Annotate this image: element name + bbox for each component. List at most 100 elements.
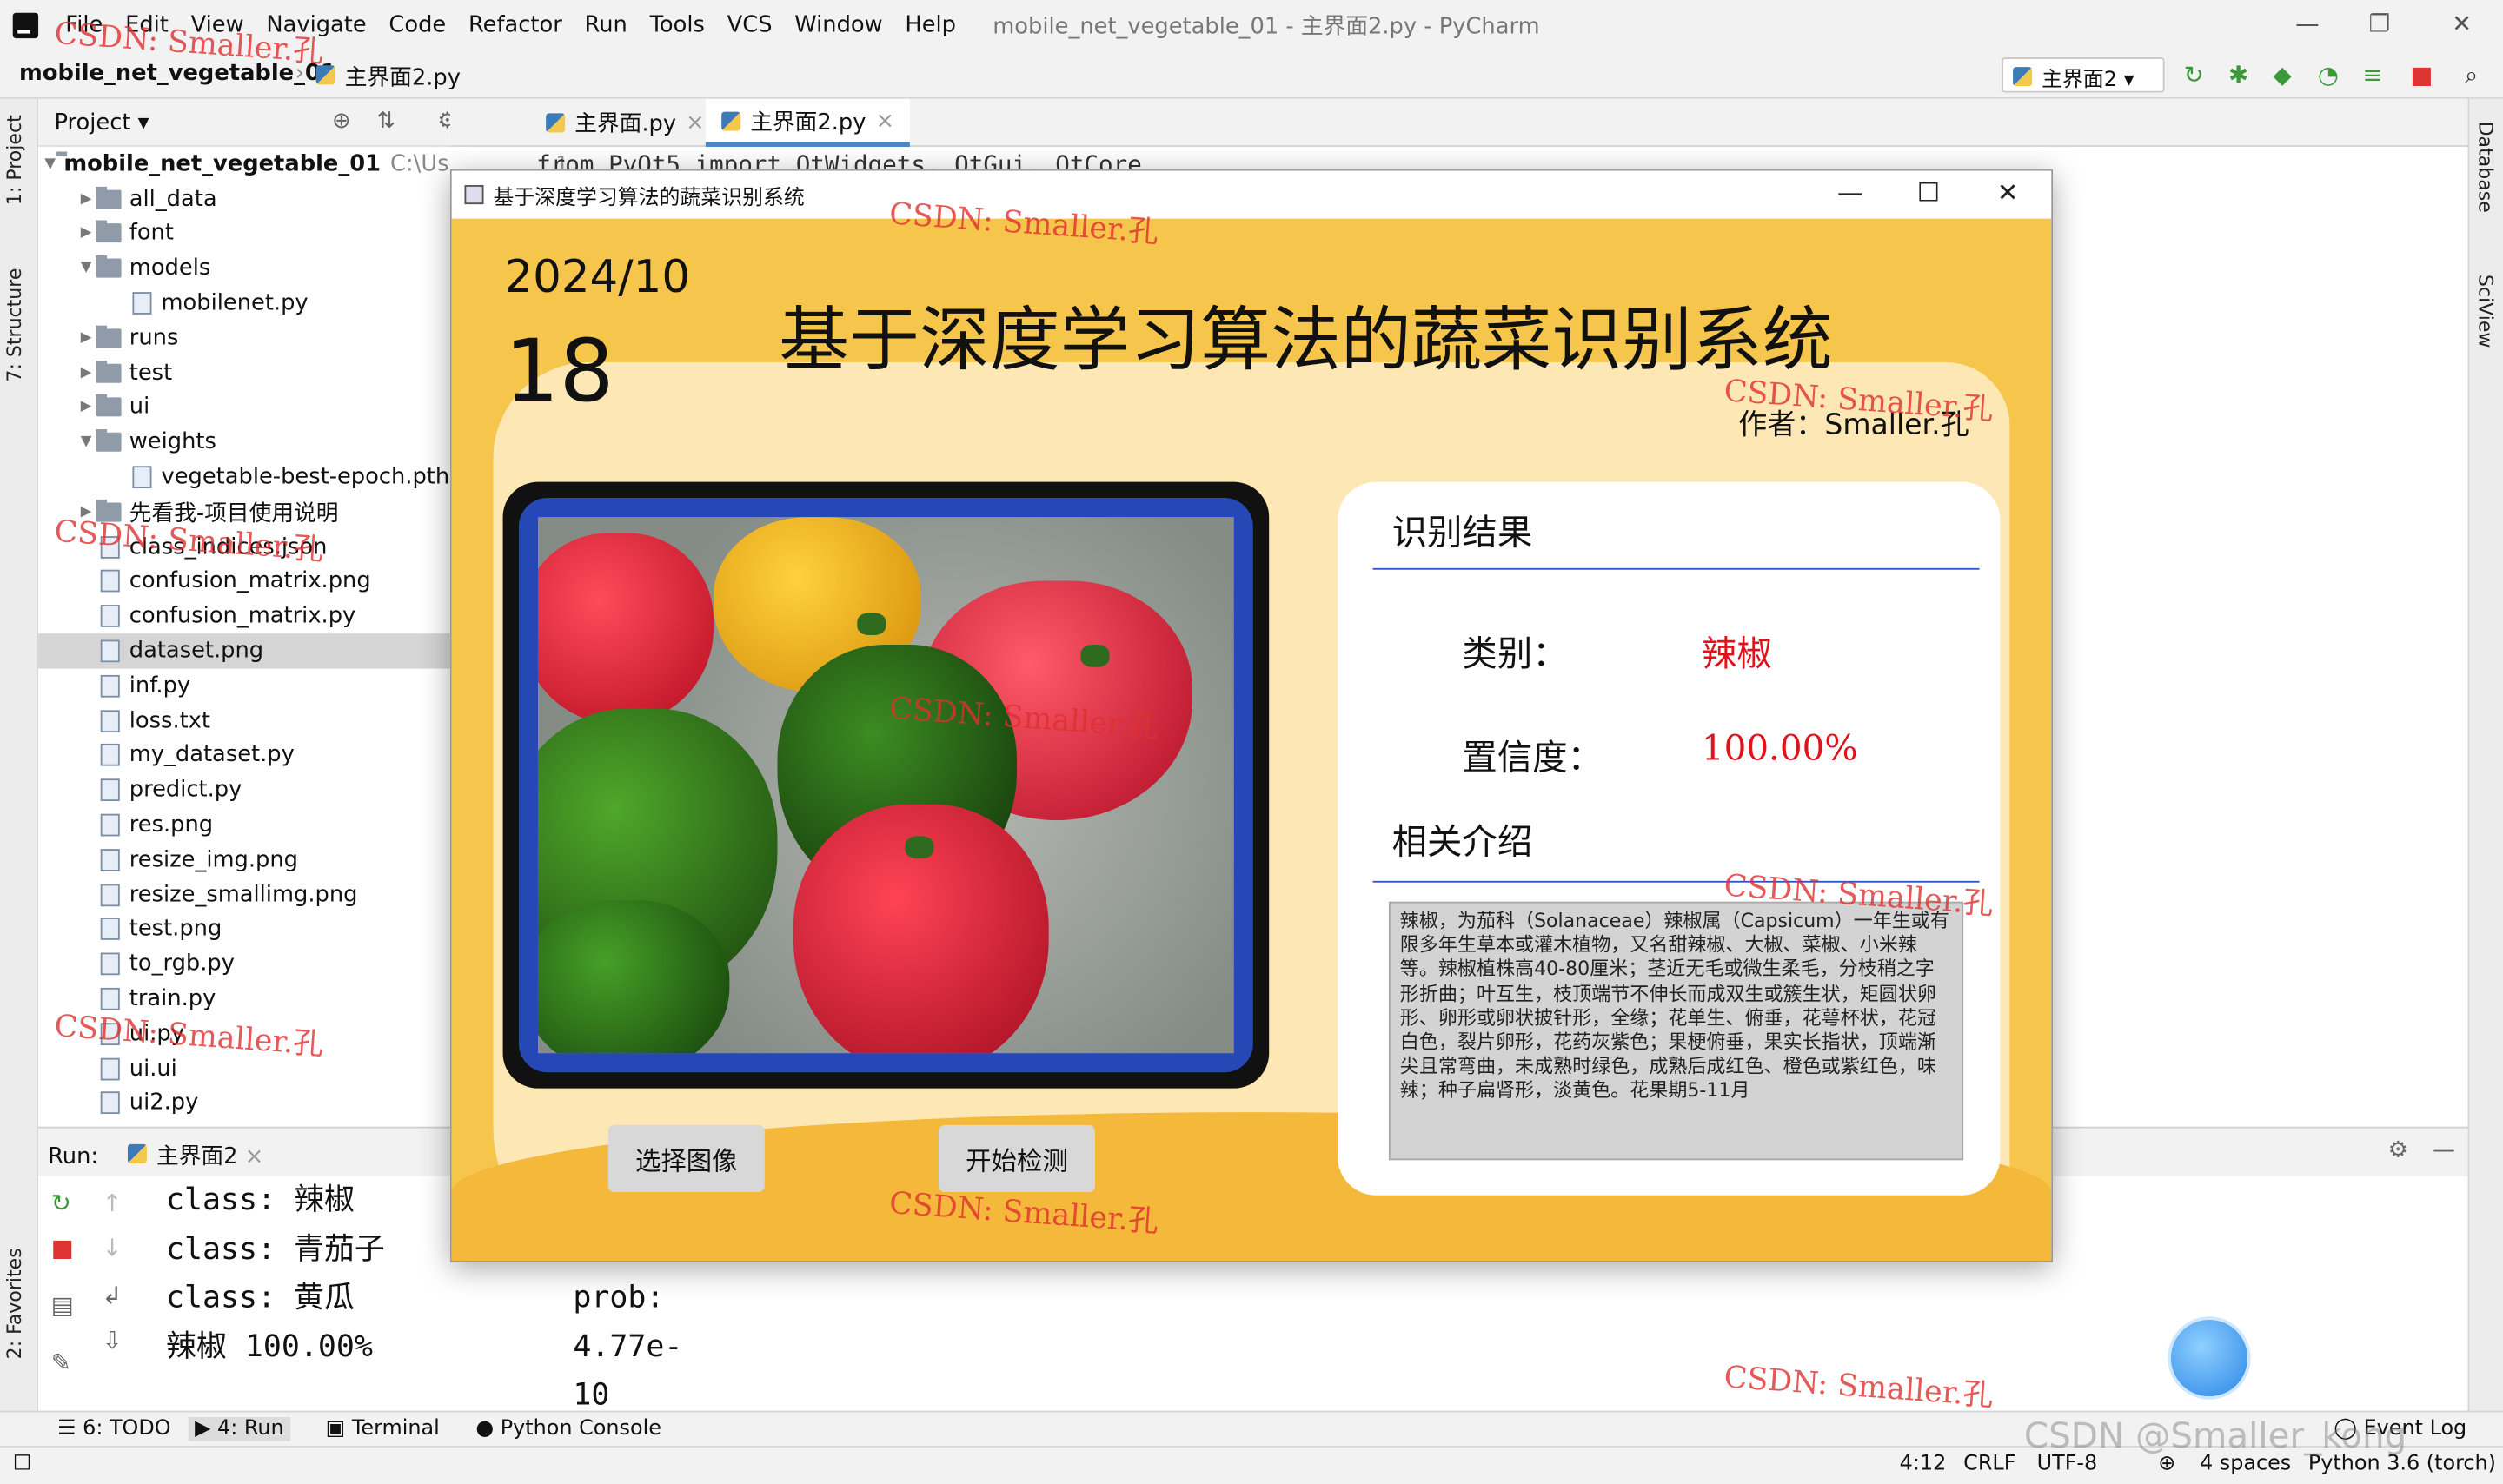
tree-item[interactable]: ui.ui [38,1051,450,1086]
close-icon[interactable]: ✕ [2452,10,2472,38]
tree-item[interactable]: mobilenet.py [38,286,450,321]
tree-item[interactable]: test.png [38,912,450,947]
menu-refactor[interactable]: Refactor [457,13,574,38]
tab-main-ui-2[interactable]: 主界面2.py × [705,98,911,147]
minimize-icon[interactable]: — [2295,10,2320,38]
tree-item[interactable]: res.png [38,808,450,843]
floating-assistant-icon[interactable] [2168,1316,2251,1400]
chevron-right-icon[interactable]: ▶ [76,191,96,207]
tab-structure[interactable]: 7: Structure [3,268,26,382]
tab-terminal[interactable]: ▣ Terminal [326,1417,440,1441]
tree-root[interactable]: ▼ mobile_net_vegetable_01 C:\Users\kong [38,147,450,182]
tab-sciview[interactable]: SciView [2474,275,2497,348]
tree-item[interactable]: predict.py [38,773,450,808]
tab-run[interactable]: ▶ 4: Run [188,1416,291,1441]
menu-vcs[interactable]: VCS [716,13,784,38]
tree-item[interactable]: confusion_matrix.png [38,564,450,599]
layout-icon[interactable]: ☐ [13,1452,31,1476]
chevron-down-icon[interactable]: ▼ [44,156,56,172]
tree-item[interactable]: ▶ 先看我-项目使用说明 [38,494,450,529]
up-arrow-icon[interactable]: ↑ [103,1189,123,1217]
chevron-right-icon[interactable]: ▶ [76,504,96,520]
gear-icon[interactable]: ⚙ [437,109,450,134]
tree-item[interactable]: ▼ models [38,251,450,286]
tab-python-console[interactable]: ● Python Console [475,1417,661,1441]
gear-icon[interactable]: ⚙ [2388,1138,2408,1163]
menu-file[interactable]: File [54,13,114,38]
intro-text[interactable]: 辣椒，为茄科（Solanaceae）辣椒属（Capsicum）一年生或有限多年生… [1388,901,1964,1161]
tree-item[interactable]: ▶ test [38,355,450,390]
tree-item[interactable]: inf.py [38,668,450,703]
menu-view[interactable]: View [180,13,256,38]
menu-tools[interactable]: Tools [639,13,716,38]
tree-item[interactable]: resize_img.png [38,843,450,878]
menu-edit[interactable]: Edit [114,13,180,38]
tree-item[interactable]: resize_smallimg.png [38,878,450,912]
tree-item[interactable]: ui2.py [38,1086,450,1121]
stop-icon[interactable]: ■ [51,1234,74,1262]
chevron-right-icon[interactable]: ▶ [76,365,96,381]
close-icon[interactable]: × [875,108,894,133]
debug-icon[interactable]: ✱ [2228,61,2248,89]
tree-item[interactable]: ▶ all_data [38,182,450,216]
menu-code[interactable]: Code [378,13,458,38]
tree-item[interactable]: ui.py [38,1017,450,1051]
collapse-icon[interactable]: ⇅ [376,109,395,134]
chevron-right-icon[interactable]: ▶ [76,330,96,346]
tree-item[interactable]: my_dataset.py [38,739,450,773]
coverage-icon[interactable]: ◆ [2273,61,2291,89]
chevron-down-icon[interactable]: ▼ [76,261,96,276]
close-icon[interactable]: × [686,110,705,136]
rerun-icon[interactable]: ↻ [51,1189,71,1217]
hide-icon[interactable]: — [2433,1138,2455,1163]
menu-help[interactable]: Help [894,13,967,38]
run-config-select[interactable]: 主界面2 ▾ [2002,57,2165,93]
maximize-icon[interactable]: ☐ [1917,177,1940,208]
tree-item[interactable]: vegetable-best-epoch.pth [38,460,450,494]
chevron-right-icon[interactable]: ▶ [76,226,96,242]
tab-main-ui[interactable]: 主界面.py × [530,99,720,147]
tree-item[interactable]: ▶ ui [38,390,450,425]
breadcrumb-file[interactable]: 主界面2.py [315,61,461,93]
restore-icon[interactable]: ❐ [2369,10,2391,38]
menu-window[interactable]: Window [783,13,893,38]
menu-navigate[interactable]: Navigate [255,13,377,38]
chevron-down-icon[interactable]: ▼ [76,434,96,450]
minimize-icon[interactable]: — [1837,177,1862,208]
close-icon[interactable]: × [245,1144,264,1169]
select-image-button[interactable]: 选择图像 [607,1124,765,1193]
layout-icon[interactable]: ▤ [51,1291,74,1320]
tree-item[interactable]: train.py [38,982,450,1017]
tree-item[interactable]: dataset.png [38,633,450,669]
tree-item[interactable]: loss.txt [38,704,450,739]
menu-run[interactable]: Run [574,13,639,38]
tree-item[interactable]: ▶ font [38,216,450,251]
status-position[interactable]: 4:12 [1900,1452,1947,1476]
down-arrow-icon[interactable]: ↓ [103,1234,123,1262]
locate-icon[interactable]: ⊕ [332,109,351,134]
start-detect-button[interactable]: 开始检测 [938,1124,1095,1193]
tree-item[interactable]: to_rgb.py [38,947,450,982]
tree-item[interactable]: confusion_matrix.py [38,599,450,633]
search-icon[interactable]: ⌕ [2465,61,2478,89]
breadcrumb-project[interactable]: mobile_net_vegetable_01 [19,61,336,86]
tab-project[interactable]: 1: Project [3,115,26,205]
run-tab[interactable]: 主界面2 × [127,1143,264,1169]
profile-icon[interactable]: ◔ [2318,61,2339,89]
tab-database[interactable]: Database [2474,122,2497,213]
tab-todo[interactable]: ☰ 6: TODO [57,1417,170,1441]
tab-favorites[interactable]: 2: Favorites [3,1248,26,1359]
build-icon[interactable]: ≡ [2362,61,2382,89]
close-icon[interactable]: ✕ [1997,177,2019,208]
tree-item[interactable]: ▼ weights [38,425,450,460]
scroll-end-icon[interactable]: ⇩ [103,1326,123,1355]
soft-wrap-icon[interactable]: ↲ [103,1282,123,1310]
stop-icon[interactable]: ■ [2410,61,2433,89]
tree-item[interactable]: class_indices.json [38,529,450,564]
run-output[interactable]: class: 辣椒 class: 青茄子 class: 黄瓜 prob: 4.77e-… [166,1176,682,1412]
project-panel-title[interactable]: Project [54,110,130,136]
rerun-icon[interactable]: ↻ [2184,61,2204,89]
tree-item[interactable]: ▶ runs [38,321,450,355]
status-line-sep[interactable]: CRLF [1963,1452,2015,1476]
pin-icon[interactable]: ✎ [51,1348,71,1377]
